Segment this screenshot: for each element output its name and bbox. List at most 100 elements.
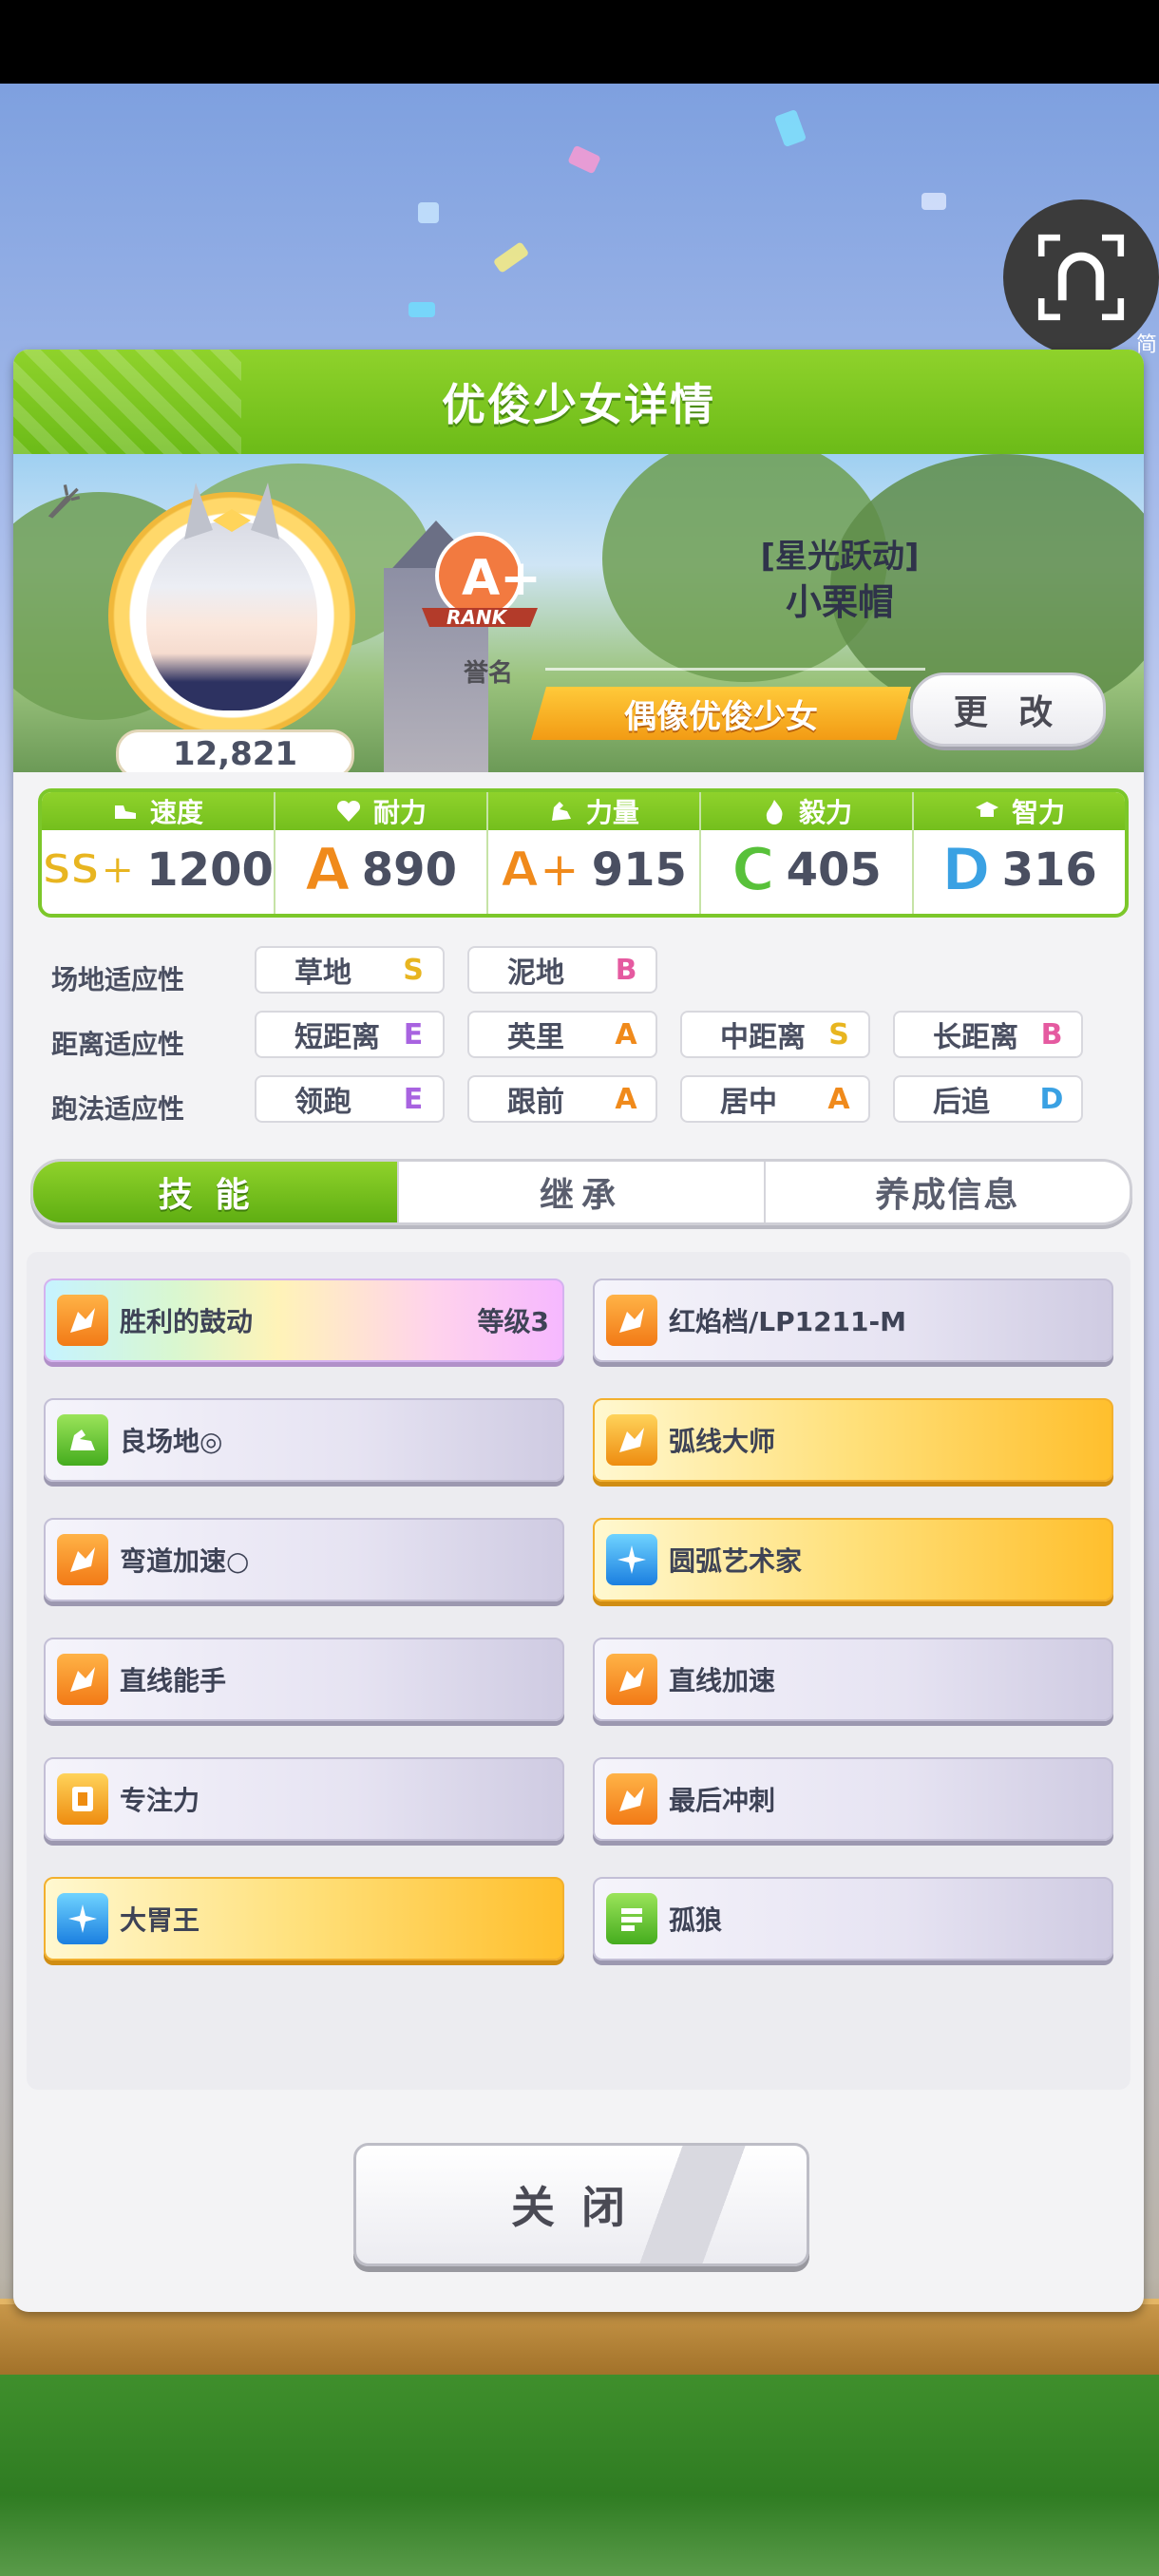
skill-item[interactable]: 直线能手 [44, 1638, 564, 1721]
skill-item[interactable]: 胜利的鼓动 等级3 [44, 1279, 564, 1362]
carrot-icon [48, 484, 81, 519]
stat-value: 316 [1001, 843, 1097, 897]
stat-label: 智力 [1011, 797, 1065, 828]
rank-badge-icon: A+ RANK [422, 532, 542, 629]
score-value: 12,821 [116, 729, 354, 772]
arm-icon [551, 802, 571, 821]
aptitude-mile: 英里 A [467, 1011, 657, 1058]
skill-icon [57, 1773, 108, 1825]
style-aptitude-label: 跑法适应性 [51, 1093, 185, 1125]
skill-icon [57, 1414, 108, 1466]
skill-name: 弧线大师 [669, 1426, 776, 1457]
aptitude-dirt: 泥地 B [467, 946, 657, 994]
dialog-title: 优俊少女详情 [442, 379, 715, 430]
heart-icon [336, 800, 360, 822]
stat-grade: A [304, 835, 352, 904]
stat-label: 耐力 [372, 797, 427, 828]
aptitude-medium: 中距离 S [680, 1011, 870, 1058]
skill-item[interactable]: 红焰档/LP1211-M [593, 1279, 1113, 1362]
skill-name: 直线能手 [120, 1665, 227, 1696]
tab-skills[interactable]: 技能 [33, 1162, 400, 1222]
skill-name: 弯道加速○ [120, 1545, 250, 1577]
aptitude-front-runner: 领跑 E [255, 1075, 445, 1123]
stat-grade: D [940, 835, 991, 904]
skill-icon [606, 1773, 657, 1825]
stat-value: 890 [361, 843, 457, 897]
skill-icon [606, 1295, 657, 1346]
skill-item[interactable]: 圆弧艺术家 [593, 1518, 1113, 1601]
skill-item[interactable]: 最后冲刺 [593, 1757, 1113, 1841]
skill-icon [606, 1414, 657, 1466]
character-epithet: [星光跃动] [760, 538, 920, 576]
skill-item[interactable]: 大胃王 [44, 1877, 564, 1960]
aptitude-sprint: 短距离 E [255, 1011, 445, 1058]
stat-label: 力量 [585, 797, 639, 828]
skill-item[interactable]: 直线加速 [593, 1638, 1113, 1721]
distance-aptitude-label: 距离适应性 [51, 1029, 185, 1060]
avatar [146, 521, 317, 710]
skill-icon [606, 1654, 657, 1705]
stat-guts: 毅力 C 405 [700, 792, 914, 914]
divider [545, 668, 925, 671]
skills-list: 胜利的鼓动 等级3 红焰档/LP1211-M 良场地◎ 弧线大师 弯道加速○ 圆… [27, 1252, 1130, 2090]
close-button[interactable]: 关闭 [353, 2143, 809, 2266]
details-dialog: 优俊少女详情 12,821 A+ RANK 誉名 [星光跃动] 小栗帽 偶像优俊… [13, 350, 1144, 2312]
shoe-icon [114, 805, 136, 819]
stat-wisdom: 智力 D 316 [913, 792, 1125, 914]
skill-item[interactable]: 弧线大师 [593, 1398, 1113, 1482]
stats-table: 速度 SS+ 1200 耐力 A 890 力量 A+ 915 毅力 C 405 智力 D… [38, 788, 1129, 918]
skill-name: 大胃王 [120, 1904, 200, 1936]
aptitude-end-closer: 后追 D [893, 1075, 1083, 1123]
skill-item[interactable]: 专注力 [44, 1757, 564, 1841]
change-button[interactable]: 更 改 [910, 672, 1106, 747]
skill-item[interactable]: 弯道加速○ [44, 1518, 564, 1601]
skill-icon [57, 1893, 108, 1944]
skill-name: 直线加速 [669, 1665, 776, 1696]
skill-name: 最后冲刺 [669, 1785, 776, 1816]
skill-name: 胜利的鼓动 [120, 1306, 254, 1337]
flame-icon [766, 800, 783, 824]
graduation-cap-icon [975, 802, 998, 817]
tab-training-info[interactable]: 养成信息 [766, 1162, 1130, 1222]
stat-grade: SS+ [42, 845, 136, 894]
dialog-header: 优俊少女详情 [13, 350, 1144, 454]
skill-icon [57, 1295, 108, 1346]
horse-ears [184, 483, 279, 540]
rank-grade: A+ [462, 550, 542, 607]
stat-stamina: 耐力 A 890 [275, 792, 488, 914]
aptitude-late-surger: 居中 A [680, 1075, 870, 1123]
rank-word: RANK [446, 606, 508, 629]
skill-name: 孤狼 [669, 1904, 723, 1936]
character-name: 小栗帽 [785, 581, 894, 623]
skill-icon [57, 1534, 108, 1585]
aptitude-long: 长距离 B [893, 1011, 1083, 1058]
grass [0, 2375, 1159, 2576]
stat-value: 405 [786, 843, 882, 897]
tab-inheritance[interactable]: 继承 [399, 1162, 766, 1222]
stat-grade: C [731, 835, 775, 904]
skill-item[interactable]: 良场地◎ [44, 1398, 564, 1482]
skill-name: 良场地◎ [120, 1426, 223, 1457]
horseshoe-icon [1037, 234, 1125, 321]
rank-label: 誉名 [463, 659, 513, 688]
aptitude-pace-chaser: 跟前 A [467, 1075, 657, 1123]
detail-tabs: 技能 继承 养成信息 [30, 1159, 1132, 1225]
skill-icon [57, 1654, 108, 1705]
stat-value: 1200 [146, 843, 274, 897]
profile-banner: 12,821 A+ RANK 誉名 [星光跃动] 小栗帽 偶像优俊少女 更 改 [13, 454, 1144, 772]
track-aptitude-label: 场地适应性 [51, 964, 185, 995]
skill-icon [606, 1534, 657, 1585]
skill-item[interactable]: 孤狼 [593, 1877, 1113, 1960]
aptitude-turf: 草地 S [255, 946, 445, 994]
close-button-label: 关闭 [511, 2182, 652, 2233]
skill-name: 圆弧艺术家 [669, 1545, 803, 1577]
stat-power: 力量 A+ 915 [487, 792, 701, 914]
status-bar [0, 0, 1159, 84]
stat-value: 915 [591, 843, 687, 897]
stat-label: 速度 [149, 797, 203, 828]
skill-icon [606, 1893, 657, 1944]
skill-name: 红焰档/LP1211-M [669, 1306, 907, 1337]
stat-grade: A+ [500, 842, 581, 899]
stat-speed: 速度 SS+ 1200 [42, 792, 276, 914]
nickname-ribbon: 偶像优俊少女 [531, 687, 911, 740]
